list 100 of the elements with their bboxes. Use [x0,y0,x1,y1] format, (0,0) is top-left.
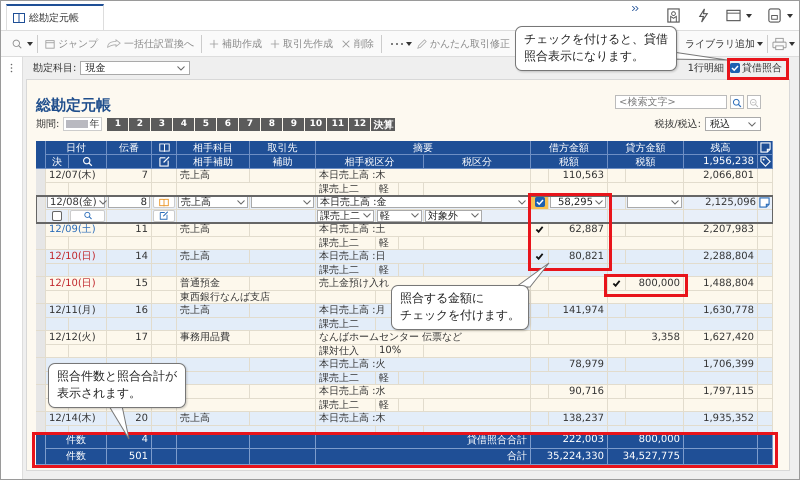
library-add-button[interactable]: ライブラリ追加 [685,36,755,50]
voucher-number: 7 [107,169,152,182]
balance-cell: 2,207,983 [684,223,758,236]
balance-cell: 1,797,115 [684,385,758,398]
page-title: 総勘定元帳 [36,96,111,114]
date-dropdown[interactable]: 12/08(金) [47,196,105,208]
account-cell: 売上高 [177,223,250,236]
account-dropdown[interactable]: 売上高 [178,196,248,208]
tax-class-dropdown[interactable]: 対象外 [425,210,482,222]
account-cell: 普通預金 [177,277,250,290]
balance-cell: 1,935,352 [684,412,758,426]
date-cell: 12/09(土) [46,223,107,236]
search-field[interactable]: <検索文字> [615,95,727,109]
description-cell: なんばホームセンター 伝票など [316,331,531,344]
description-cell: 本日売上高 :火 [316,358,531,372]
column-header: 残高 [684,141,758,155]
month-button[interactable]: 11 [327,118,348,130]
balance-cell: 1,627,420 [684,331,758,344]
debit-amount: 141,974 [549,304,608,318]
account-cell: 売上高 [177,304,250,318]
balance-cell: 1,706,399 [684,358,758,372]
debit-amount: 138,237 [549,412,608,426]
tax-rate-dropdown[interactable]: 軽 [377,210,422,222]
credit-amount: 3,358 [626,331,684,344]
reconcile-checkbox[interactable]: 貸借照合 [730,61,782,75]
balance-cell: 2,288,804 [684,250,758,264]
date-cell: 12/12(火) [46,331,107,344]
month-button[interactable]: 2 [129,118,150,130]
delete-button[interactable]: 削除 [338,36,377,50]
description-cell: 本日売上高 :木 [316,412,531,426]
balance-cell: 1,488,804 [684,277,758,290]
month-button[interactable]: 6 [217,118,238,130]
bulk-replace-button[interactable]: 一括仕訳置換へ [103,36,197,50]
one-line-label: 1行明細 [688,62,724,75]
date-cell: 12/10(日) [46,250,107,264]
description-cell: 本日売上高 :土 [316,223,531,236]
credit-total: 800,000 [608,432,684,448]
column-header: 摘要 [316,141,531,155]
account-cell: 売上高 [177,412,250,426]
debit-dropdown[interactable]: 58,295 [550,196,606,208]
month-button[interactable]: 12 [349,118,370,130]
account-cell: 売上高 [177,169,250,182]
voucher-number: 16 [107,304,152,318]
date-cell: 12/14(木) [46,412,107,426]
month-button[interactable]: 9 [283,118,304,130]
jump-button[interactable]: ジャンプ [42,36,101,50]
debit-amount: 110,563 [549,169,608,182]
month-button[interactable]: 3 [151,118,172,130]
month-button[interactable]: 4 [173,118,194,130]
callout-text: 照合件数と照合合計が 表示されます。 [57,369,177,400]
debit-amount: 62,887 [549,223,608,236]
month-button[interactable]: 1 [107,118,128,130]
account-label: 勘定科目: [33,62,76,75]
date-cell: 12/11(月) [46,304,107,318]
tax-mode-label: 税抜/税込: [654,118,701,131]
column-header: 貸方金額 [608,141,684,155]
month-button[interactable]: 8 [261,118,282,130]
voucher-number-field[interactable]: 8 [108,196,150,208]
create-sub-button[interactable]: 補助作成 [206,36,265,50]
count-label: 件数 [46,432,107,448]
month-button[interactable]: 決算 [371,118,396,130]
period-label: 期間: [36,118,60,131]
callout-text: チェックを付けると、貸借 照合表示になります。 [524,32,668,64]
debit-amount: 78,979 [549,358,608,372]
month-button[interactable]: 10 [305,118,326,130]
description-cell: 本日売上高 :木 [316,169,531,182]
year-field[interactable]: 年 [63,117,102,131]
date-cell: 12/07(木) [46,169,107,182]
balance-cell: 1,630,778 [684,304,758,318]
description-cell: 本日売上高 :水 [316,385,531,398]
account-cell: 事務用品費 [177,331,250,344]
voucher-number: 14 [107,250,152,264]
month-button[interactable]: 7 [239,118,260,130]
count-value: 501 [107,448,152,465]
create-partner-button[interactable]: 取引先作成 [267,36,336,50]
voucher-number: 11 [107,223,152,236]
month-button[interactable]: 5 [195,118,216,130]
voucher-number: 15 [107,277,152,290]
description-cell: 本日売上高 :日 [316,250,531,264]
total-label: 貸借照合合計 [316,432,531,448]
date-cell: 12/10(日) [46,277,107,290]
debit-amount: 90,716 [549,385,608,398]
account-dropdown[interactable]: 現金 [80,61,190,75]
account-cell: 売上高 [177,250,250,264]
column-header: 借方金額 [531,141,608,155]
quick-edit-button[interactable]: かんたん取引修正 [414,36,513,50]
voucher-number: 17 [107,331,152,344]
count-label: 件数 [46,448,107,465]
description-dropdown[interactable]: 本日売上高 :金 [317,196,529,208]
balance-cell: 2,125,096 [684,196,758,210]
tax-mode-dropdown[interactable]: 税込 [705,117,761,131]
ledger-tab[interactable]: 総勘定元帳 [6,4,104,30]
column-header: 相手科目 [177,141,250,155]
column-header: 取引先 [250,141,316,155]
total-label: 合計 [316,448,531,465]
balance-cell: 2,066,801 [684,169,758,182]
column-header: 伝番 [107,141,152,155]
debit-amount: 80,821 [549,250,608,264]
tax-class-dropdown[interactable]: 課売上二 [317,210,374,222]
column-header: 日付 [46,141,107,155]
